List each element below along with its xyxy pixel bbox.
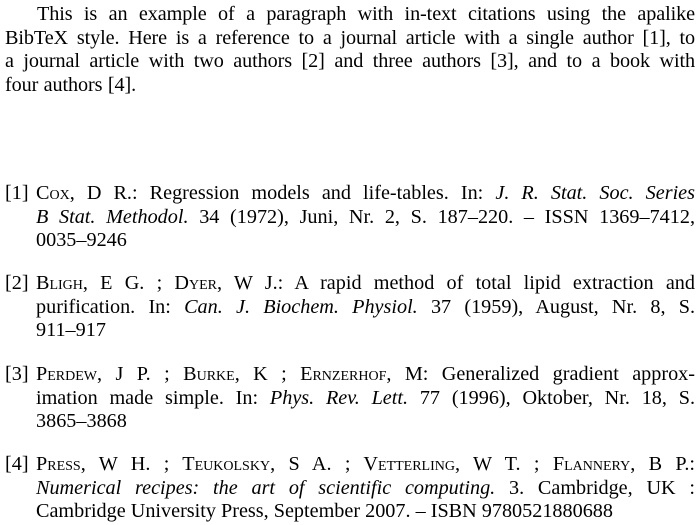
bib-line: Bligh, E G. ; Dyer, W J.: A rapid method… [36,272,695,296]
bib-label: [4] [5,453,29,475]
bib-smallcaps-text: lannery [564,453,631,475]
bib-text: , K ; E [234,363,313,385]
bib-label: [3] [5,363,29,385]
bib-line: Cox, D R.: Regression models and life-ta… [36,182,695,206]
bib-italic-text: J. R. Stat. Soc. Series [495,182,695,204]
paragraph-line: four authors [4]. [5,73,137,96]
bib-line: B Stat. Methodol. 34 (1972), Juni, Nr. 2… [36,206,695,230]
intro-paragraph: This is an example of a paragraph with i… [5,3,695,97]
bib-smallcaps-text: ligh [49,272,83,294]
bib-italic-text: Phys. Rev. Lett. [269,386,409,409]
bib-label: [2] [5,272,29,294]
bib-smallcaps-text: urke [196,363,235,385]
bib-text: P [36,363,48,385]
bib-italic-text: Can. J. Biochem. Physiol. [184,295,418,318]
bib-line: Press, W H. ; Teukolsky, S A. ; Vetterli… [36,453,695,477]
bib-line: 911–917 [36,319,695,343]
bib-text: 37 (1959), August, Nr. 8, S. [417,295,695,318]
bib-text: , M: Generalized gradient approx- [386,363,695,385]
bib-text: purification. In: [36,295,185,318]
paragraph-line: This is an example of a paragraph with i… [37,3,695,25]
bib-body: Cox, D R.: Regression models and life-ta… [36,182,695,253]
bib-line: Perdew, J P. ; Burke, K ; Ernzerhof, M: … [36,363,695,387]
bib-text: , W J.: A rapid method of total lipid ex… [216,272,695,294]
bib-text: B [36,272,50,294]
bib-text: , W H. ; T [80,453,195,475]
bib-italic-text: B Stat. Methodol. [36,205,189,228]
bib-line: purification. In: Can. J. Biochem. Physi… [36,296,695,320]
bib-text: , J P. ; B [97,363,197,385]
bib-text: , W T. ; F [455,453,565,475]
bib-text: , D R.: Regression models and life-table… [69,182,496,204]
bib-line: 0035–9246 [36,229,695,253]
bib-body: Perdew, J P. ; Burke, K ; Ernzerhof, M: … [36,363,695,434]
bib-text: Cambridge University Press, September 20… [36,500,613,522]
bib-smallcaps-text: yer [188,272,217,294]
paragraph-line: BibTeX style. Here is a reference to a j… [5,26,695,49]
bib-text: 911–917 [36,319,106,341]
bib-line: 3865–3868 [36,410,695,434]
bib-text: , B P.: [630,453,696,475]
document-page: This is an example of a paragraph with i… [0,0,700,525]
bib-text: , E G. ; D [82,272,189,294]
bib-italic-text: Numerical recipes: the art of scientific… [36,476,496,499]
bib-body: Bligh, E G. ; Dyer, W J.: A rapid method… [36,272,695,343]
bib-smallcaps-text: rnzerhof [312,363,387,385]
bib-text: imation made simple. In: [36,386,270,409]
bib-smallcaps-text: ox [49,182,70,204]
bib-smallcaps-text: eukolsky [194,453,271,475]
bib-smallcaps-text: erdew [47,363,97,385]
bib-smallcaps-text: ress [47,453,81,475]
bib-smallcaps-text: etterling [378,453,455,475]
bib-text: P [36,453,48,475]
bib-text: 0035–9246 [36,229,127,251]
bib-text: 3. Cambridge, UK : [495,476,695,499]
bib-line: Numerical recipes: the art of scientific… [36,477,695,501]
bib-text: C [36,182,50,204]
bib-label: [1] [5,182,29,204]
bib-text: 3865–3868 [36,410,127,432]
bib-body: Press, W H. ; Teukolsky, S A. ; Vetterli… [36,453,695,524]
bib-line: imation made simple. In: Phys. Rev. Lett… [36,387,695,411]
paragraph-line: a journal article with two authors [2] a… [5,50,695,72]
bib-text: 34 (1972), Juni, Nr. 2, S. 187–220. – IS… [188,205,695,228]
bib-text: 77 (1996), Oktober, Nr. 18, S. [408,386,695,409]
bib-line: Cambridge University Press, September 20… [36,500,695,524]
bib-text: , S A. ; V [270,453,379,475]
